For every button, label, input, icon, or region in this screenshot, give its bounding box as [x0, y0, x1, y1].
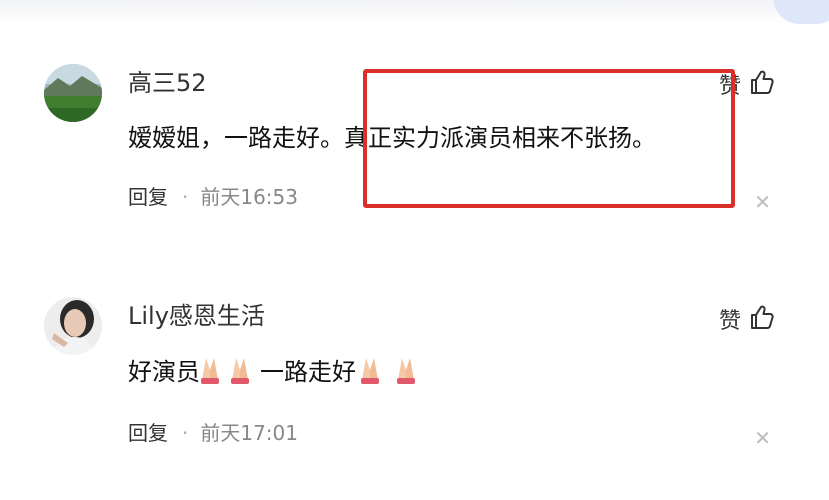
user-avatar[interactable]: [44, 64, 102, 122]
comment-text: 嫒嫒姐，一路走好。真正实力派演员相来不张扬。: [128, 124, 656, 152]
timestamp: 前天17:01: [200, 421, 298, 445]
meta-separator: ·: [182, 421, 189, 445]
folded-hands-emoji: [200, 356, 260, 391]
close-icon[interactable]: ✕: [754, 192, 771, 212]
like-button[interactable]: 赞: [719, 68, 775, 100]
comment-meta: 回复 · 前天16:53: [128, 184, 298, 210]
reply-button[interactable]: 回复: [128, 420, 168, 446]
like-button[interactable]: 赞: [719, 303, 775, 335]
username[interactable]: Lily感恩生活: [128, 301, 265, 331]
like-label[interactable]: 赞: [719, 68, 741, 100]
like-label[interactable]: 赞: [719, 303, 741, 335]
comment-meta: 回复 · 前天17:01: [128, 420, 298, 446]
top-bar: [0, 0, 829, 26]
comment-text-part: 好演员: [128, 358, 200, 386]
timestamp: 前天16:53: [200, 185, 298, 209]
portrait-avatar-icon: [44, 297, 102, 355]
user-avatar[interactable]: [44, 297, 102, 355]
reply-button[interactable]: 回复: [128, 184, 168, 210]
thumbs-up-icon[interactable]: [749, 69, 775, 99]
comment-text-part: 一路走好: [260, 358, 356, 386]
close-icon[interactable]: ✕: [754, 428, 771, 448]
comment-text: 好演员 一路走好: [128, 356, 430, 391]
folded-hands-emoji: [356, 356, 430, 391]
thumbs-up-icon[interactable]: [749, 304, 775, 334]
meta-separator: ·: [182, 185, 189, 209]
landscape-avatar-icon: [44, 64, 102, 122]
username[interactable]: 高三52: [128, 68, 207, 98]
